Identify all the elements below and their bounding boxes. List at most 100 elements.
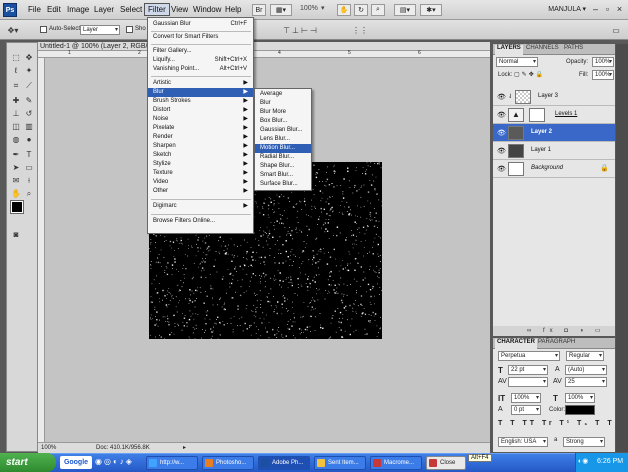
path-selection-icon[interactable]: ➤ [10, 162, 22, 173]
horizontal-scale-input[interactable]: 100% [565, 393, 595, 403]
menu-item-stylize[interactable]: Stylize ▶ [148, 160, 253, 169]
close-icon[interactable]: × [614, 4, 625, 15]
restore-icon[interactable]: ▫ [602, 4, 613, 15]
layer-row[interactable]: 👁 ⇃ Layer 3 [493, 88, 615, 106]
submenu-item-smart-blur[interactable]: Smart Blur... [255, 171, 311, 180]
menu-help[interactable]: Help [222, 4, 244, 15]
brush-tool-icon[interactable]: ✎ [23, 95, 35, 106]
zoom-tool-icon[interactable]: ⌕ [371, 4, 385, 16]
submenu-item-average[interactable]: Average [255, 90, 311, 99]
tab-paragraph[interactable]: PARAGRAPH [538, 339, 575, 345]
layer-row[interactable]: 👁 ▲ Levels 1 [493, 106, 615, 124]
pen-tool-icon[interactable]: ✒ [10, 149, 22, 160]
type-tool-icon[interactable]: T [23, 149, 35, 160]
notes-tool-icon[interactable]: ✉ [10, 175, 22, 186]
menu-file[interactable]: File [25, 4, 44, 15]
visibility-eye-icon[interactable]: 👁 [497, 93, 506, 101]
hand-tool-icon[interactable]: ✋ [337, 4, 351, 16]
menu-item-render[interactable]: Render ▶ [148, 133, 253, 142]
language-dropdown[interactable]: English: USA [498, 437, 548, 447]
menu-item-sketch[interactable]: Sketch ▶ [148, 151, 253, 160]
menu-item-browse-filters-online[interactable]: Browse Filters Online... [148, 217, 253, 226]
status-arrow-icon[interactable]: ▸ [183, 444, 186, 451]
font-family-dropdown[interactable]: Perpetua [498, 351, 560, 361]
tab-channels[interactable]: CHANNELS [526, 45, 559, 51]
menu-select[interactable]: Select [117, 4, 145, 15]
zoom-status[interactable]: 100% [41, 445, 56, 451]
font-size-input[interactable]: 22 pt [508, 365, 548, 375]
tracking-input[interactable]: 25 [565, 377, 607, 387]
visibility-eye-icon[interactable]: 👁 [497, 147, 506, 155]
menu-window[interactable]: Window [190, 4, 224, 15]
submenu-item-lens-blur[interactable]: Lens Blur... [255, 135, 311, 144]
panel-collapse-strip[interactable] [616, 44, 628, 452]
google-toolbar[interactable]: Google [60, 456, 92, 469]
minimize-icon[interactable]: – [590, 4, 601, 15]
menu-item-pixelate[interactable]: Pixelate ▶ [148, 124, 253, 133]
tab-layers[interactable]: LAYERS [495, 45, 523, 55]
magic-wand-icon[interactable]: ✦ [23, 65, 35, 76]
layer-actions-bar[interactable]: ∞ fx ◘ ◑ ▭ ▣ ⌫ [493, 326, 615, 344]
move-tool-preset-icon[interactable]: ✥▾ [5, 25, 21, 35]
menu-image[interactable]: Image [64, 4, 92, 15]
shape-tool-icon[interactable]: ▭ [23, 162, 35, 173]
menu-item-distort[interactable]: Distort ▶ [148, 106, 253, 115]
move-tool-icon[interactable]: ✥ [23, 52, 35, 63]
auto-select-dropdown[interactable]: Layer [80, 25, 120, 35]
submenu-item-surface-blur[interactable]: Surface Blur... [255, 180, 311, 189]
menu-item-artistic[interactable]: Artistic ▶ [148, 79, 253, 88]
crop-tool-icon[interactable]: ⌗ [10, 80, 22, 91]
tab-character[interactable]: CHARACTER [495, 339, 537, 349]
font-style-dropdown[interactable]: Regular [566, 351, 604, 361]
tab-paths[interactable]: PATHS [564, 45, 583, 51]
menu-layer[interactable]: Layer [91, 4, 117, 15]
history-brush-icon[interactable]: ↺ [23, 108, 35, 119]
submenu-item-blur[interactable]: Blur [255, 99, 311, 108]
kerning-input[interactable] [508, 377, 548, 387]
taskbar-item-macromedia[interactable]: Macrome... [370, 456, 422, 470]
menu-item-other[interactable]: Other ▶ [148, 187, 253, 196]
healing-brush-icon[interactable]: ✚ [10, 95, 22, 106]
eraser-tool-icon[interactable]: ◫ [10, 121, 22, 132]
leading-input[interactable]: (Auto) [565, 365, 607, 375]
zoom-level[interactable]: 100% [300, 5, 318, 12]
gradient-tool-icon[interactable]: ▥ [23, 121, 35, 132]
menu-item-brush-strokes[interactable]: Brush Strokes ▶ [148, 97, 253, 106]
menu-item-vanishing-point[interactable]: Vanishing Point... Alt+Ctrl+V [148, 65, 253, 74]
eyedropper-icon[interactable]: ⟊ [23, 175, 35, 186]
submenu-item-blur-more[interactable]: Blur More [255, 108, 311, 117]
menu-item-texture[interactable]: Texture ▶ [148, 169, 253, 178]
show-transform-checkbox[interactable] [126, 26, 133, 33]
auto-select-checkbox[interactable] [40, 26, 47, 33]
taskbar-item-browser[interactable]: http://w... [146, 456, 198, 470]
menu-filter[interactable]: Filter [144, 3, 170, 16]
dodge-tool-icon[interactable]: ● [23, 134, 35, 145]
distribute-buttons-icon[interactable]: ⋮⋮ [345, 24, 375, 36]
menu-item-noise[interactable]: Noise ▶ [148, 115, 253, 124]
quick-mask-icon[interactable]: ◙ [10, 229, 22, 240]
zoom-dropdown-icon[interactable]: ▾ [321, 4, 325, 12]
palette-dock-icon[interactable]: ▭ [610, 25, 622, 35]
bridge-icon[interactable]: Br [252, 4, 266, 16]
fill-input[interactable]: 100% [592, 70, 614, 80]
submenu-item-radial-blur[interactable]: Radial Blur... [255, 153, 311, 162]
menu-edit[interactable]: Edit [44, 4, 64, 15]
zoom-icon[interactable]: ⌕ [23, 188, 35, 199]
visibility-eye-icon[interactable]: 👁 [497, 129, 506, 137]
text-style-buttons[interactable]: T T TT Tr T¹ T₁ T T [498, 420, 615, 427]
menu-item-gaussian-blur-last[interactable]: Gaussian Blur Ctrl+F [148, 20, 253, 29]
slice-tool-icon[interactable]: ⟋ [23, 80, 35, 91]
taskbar-item-adobe-photoshop[interactable]: Adobe Ph... [258, 456, 310, 470]
menu-item-filter-gallery[interactable]: Filter Gallery... [148, 47, 253, 56]
layer-row[interactable]: 👁 Layer 1 [493, 142, 615, 160]
screen-mode-icon[interactable]: ✱▾ [420, 4, 442, 16]
tray-icons[interactable]: ◐◉ [578, 457, 588, 465]
menu-item-sharpen[interactable]: Sharpen ▶ [148, 142, 253, 151]
workspace-switcher[interactable]: MANJULA ▾ [548, 5, 586, 13]
marquee-tool-icon[interactable]: ⬚ [10, 52, 22, 63]
rotate-view-icon[interactable]: ↻ [354, 4, 368, 16]
lock-icons[interactable]: ▢✎✥🔒 [514, 71, 545, 78]
menu-item-digimarc[interactable]: Digimarc ▶ [148, 202, 253, 211]
submenu-item-box-blur[interactable]: Box Blur... [255, 117, 311, 126]
submenu-item-shape-blur[interactable]: Shape Blur... [255, 162, 311, 171]
